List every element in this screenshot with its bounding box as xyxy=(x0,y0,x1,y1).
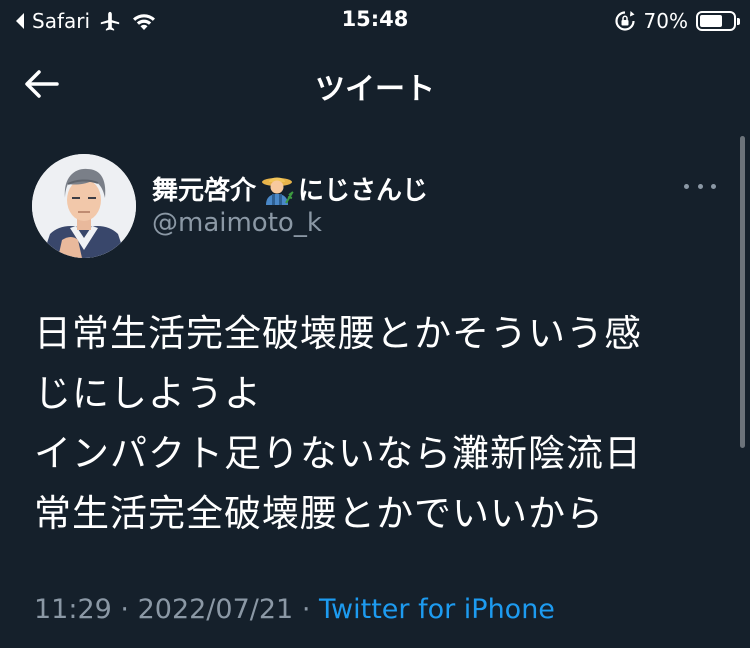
username[interactable]: @maimoto_k xyxy=(152,208,322,238)
tweet-source-link[interactable]: Twitter for iPhone xyxy=(319,594,555,625)
more-options-button[interactable] xyxy=(684,176,716,196)
tweet-time[interactable]: 11:29 xyxy=(34,594,112,625)
page-title: ツイート xyxy=(315,72,435,107)
battery-level-fill xyxy=(700,15,723,27)
navigation-header: ツイート xyxy=(0,42,750,126)
display-name[interactable]: 舞元啓介 にじさんじ xyxy=(152,170,428,207)
farmer-emoji-icon xyxy=(260,173,294,205)
tweet-text-line: 常生活完全破壊腰とかでいいから xyxy=(34,492,604,535)
tweet-text-line: 日常生活完全破壊腰とかそういう感 xyxy=(34,312,642,355)
scrollbar[interactable] xyxy=(740,136,745,448)
battery-percent: 70% xyxy=(643,9,688,33)
tweet-text: 日常生活完全破壊腰とかそういう感 じにしようよ インパクト足りないなら灘新陰流日… xyxy=(34,304,714,544)
tweet-detail-screen: Safari 15:48 70% ツイート 舞元啓介 にじさんじ @maimot… xyxy=(0,0,750,648)
tweet-text-line: インパクト足りないなら灘新陰流日 xyxy=(34,432,642,475)
meta-separator: · xyxy=(120,594,129,625)
more-options-icon-dot xyxy=(711,183,716,189)
status-right: 70% xyxy=(614,8,740,34)
tweet-meta: 11:29 · 2022/07/21 · Twitter for iPhone xyxy=(34,594,555,625)
battery-tip xyxy=(737,18,740,25)
orientation-lock-icon xyxy=(614,11,635,31)
tweet-date[interactable]: 2022/07/21 xyxy=(138,594,294,625)
more-options-icon xyxy=(684,183,689,189)
display-name-part1: 舞元啓介 xyxy=(152,176,257,206)
display-name-part2: にじさんじ xyxy=(298,176,429,206)
battery-icon xyxy=(696,11,740,31)
status-bar: Safari 15:48 70% xyxy=(0,0,750,42)
more-options-icon-dot xyxy=(697,183,703,189)
tweet-text-line: じにしようよ xyxy=(34,372,262,415)
avatar[interactable] xyxy=(32,154,136,258)
meta-separator: · xyxy=(301,594,311,625)
avatar-image xyxy=(32,154,136,258)
